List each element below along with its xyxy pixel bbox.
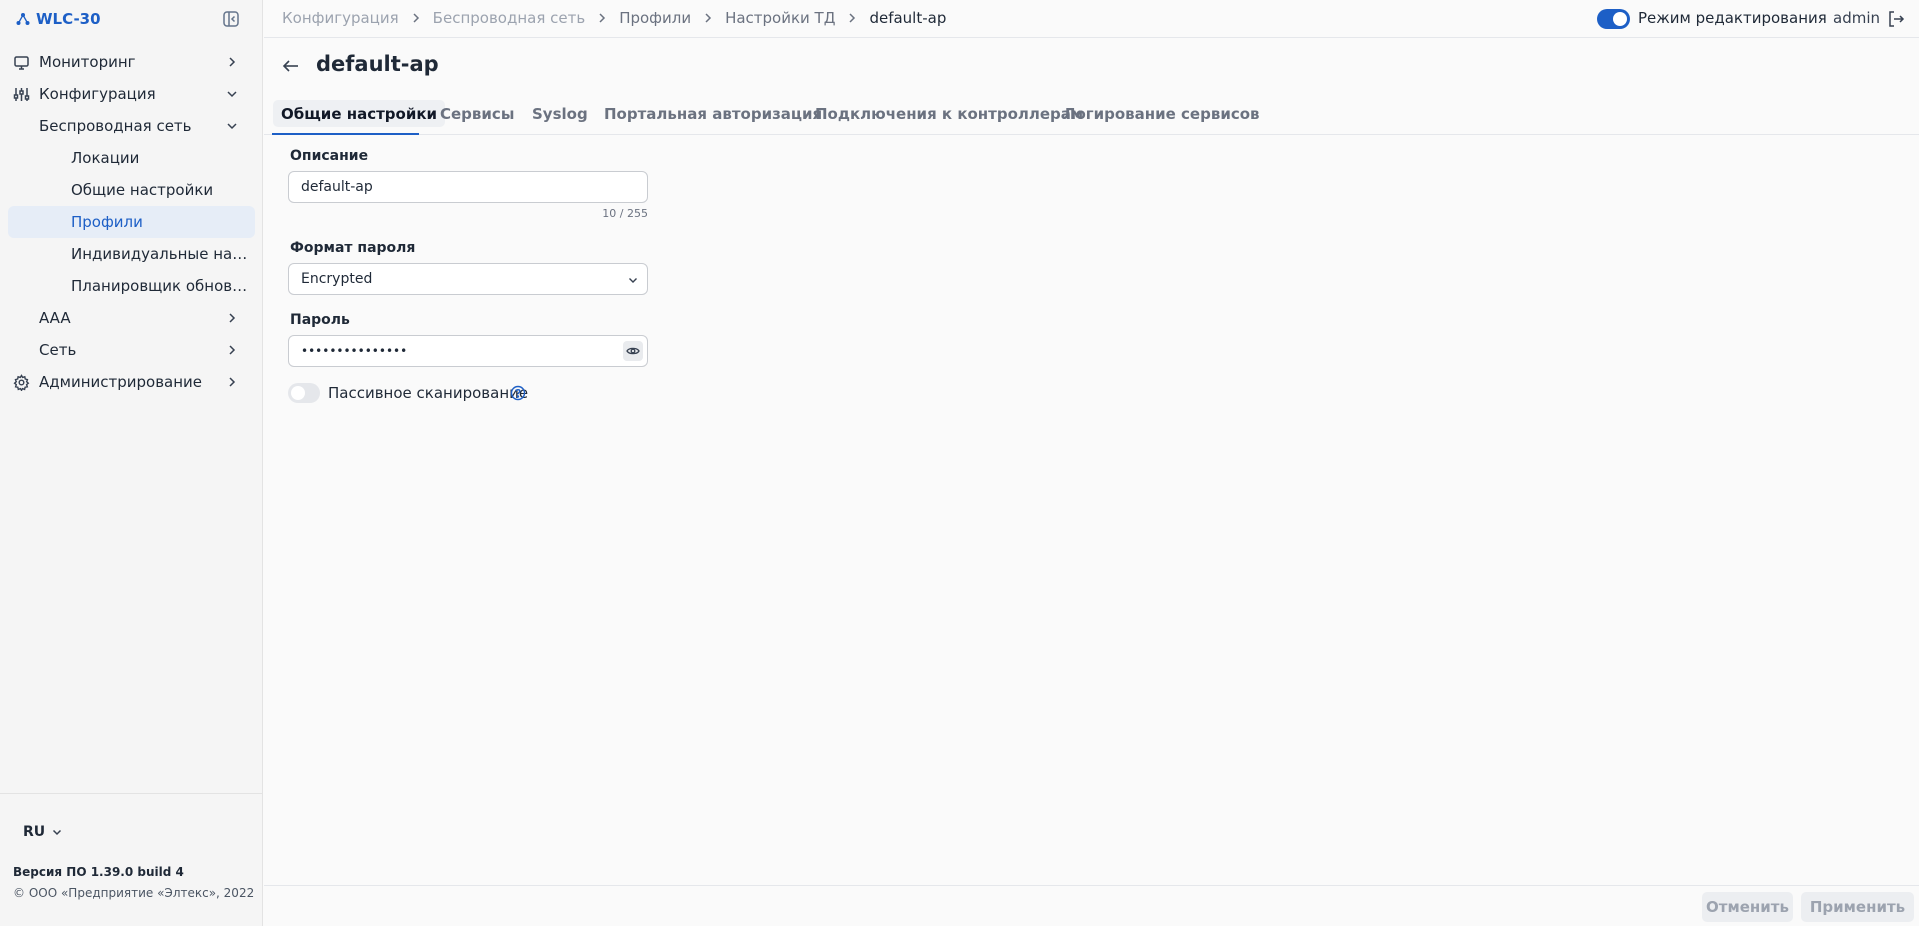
sidebar-item-label: Администрирование	[39, 373, 203, 391]
language-value: RU	[23, 824, 46, 840]
sidebar-item-label: Локации	[71, 149, 140, 167]
chevron-right-icon	[225, 311, 239, 325]
user-name[interactable]: admin	[1833, 9, 1880, 27]
description-char-counter: 10 / 255	[602, 207, 648, 220]
help-icon[interactable]	[510, 385, 526, 401]
chevron-right-icon	[225, 343, 239, 357]
sidebar-item-configuration[interactable]: Конфигурация	[0, 78, 263, 110]
sidebar-item-administration[interactable]: Администрирование	[0, 366, 263, 398]
language-selector[interactable]: RU	[23, 824, 63, 840]
breadcrumb-profiles[interactable]: Профили	[619, 9, 691, 27]
passive-scan-switch[interactable]	[288, 383, 320, 403]
chevron-right-icon	[595, 11, 609, 25]
copyright: © ООО «Предприятие «Элтекс», 2022	[13, 886, 255, 900]
sidebar-item-label: Сеть	[39, 341, 77, 359]
sliders-icon	[13, 86, 30, 103]
logout-icon[interactable]	[1886, 9, 1906, 29]
brand-logo-icon	[16, 12, 30, 26]
collapse-sidebar-icon[interactable]	[220, 8, 242, 30]
tabs: Общие настройки Сервисы Syslog Портальна…	[264, 96, 1919, 135]
software-version: Версия ПО 1.39.0 build 4	[13, 865, 184, 879]
sidebar-item-wireless[interactable]: Беспроводная сеть	[0, 110, 263, 142]
breadcrumb-configuration[interactable]: Конфигурация	[282, 9, 399, 27]
sidebar-item-profiles[interactable]: Профили	[8, 206, 255, 238]
toggle-knob	[291, 386, 305, 400]
back-arrow-icon[interactable]	[281, 56, 301, 76]
chevron-right-icon	[225, 55, 239, 69]
tab-service-logging[interactable]: Логирование сервисов	[1055, 100, 1268, 127]
password-input[interactable]: •••••••••••••••	[288, 335, 648, 367]
breadcrumb-wireless[interactable]: Беспроводная сеть	[433, 9, 586, 27]
password-format-label: Формат пароля	[290, 240, 416, 256]
page-title: default-ap	[316, 52, 439, 76]
tab-syslog[interactable]: Syslog	[524, 100, 596, 127]
apply-button[interactable]: Применить	[1801, 892, 1914, 922]
gear-icon	[13, 374, 30, 391]
sidebar-divider	[0, 793, 263, 794]
sidebar-item-label: Индивидуальные настройки	[71, 245, 255, 263]
password-label: Пароль	[290, 312, 350, 328]
sidebar-nav: Мониторинг Конфигурация Беспроводная сет…	[0, 46, 263, 398]
sidebar-item-locations[interactable]: Локации	[0, 142, 263, 174]
chevron-down-icon	[51, 826, 63, 838]
sidebar-item-label: Профили	[71, 213, 143, 231]
sidebar-item-label: Мониторинг	[39, 53, 136, 71]
breadcrumb: Конфигурация Беспроводная сеть Профили Н…	[282, 9, 946, 27]
tab-general-settings[interactable]: Общие настройки	[273, 100, 446, 127]
active-tab-indicator	[272, 133, 419, 135]
toggle-knob	[1613, 12, 1627, 26]
action-footer: Отменить Применить	[264, 885, 1919, 926]
tab-portal-auth[interactable]: Портальная авторизация	[596, 100, 830, 127]
sidebar-item-general-settings[interactable]: Общие настройки	[0, 174, 263, 206]
password-value: •••••••••••••••	[301, 344, 408, 358]
cancel-button[interactable]: Отменить	[1702, 892, 1793, 922]
chevron-right-icon	[409, 11, 423, 25]
description-label: Описание	[290, 148, 369, 164]
chevron-down-icon	[225, 119, 239, 133]
app-name: WLC-30	[36, 10, 101, 28]
sidebar-item-aaa[interactable]: AAA	[0, 302, 263, 334]
sidebar-item-monitoring[interactable]: Мониторинг	[0, 46, 263, 78]
chevron-right-icon	[701, 11, 715, 25]
tab-services[interactable]: Сервисы	[432, 100, 522, 127]
app-brand[interactable]: WLC-30	[16, 9, 101, 29]
chevron-right-icon	[225, 375, 239, 389]
sidebar-item-update-scheduler[interactable]: Планировщик обновлений	[0, 270, 263, 302]
edit-mode-label: Режим редактирования	[1638, 9, 1827, 27]
chevron-down-icon	[627, 274, 639, 286]
sidebar-item-individual-settings[interactable]: Индивидуальные настройки	[0, 238, 263, 270]
passive-scan-label: Пассивное сканирование	[328, 384, 529, 402]
sidebar-item-label: Планировщик обновлений	[71, 277, 255, 295]
description-value: default-ap	[301, 179, 373, 195]
sidebar-item-label: Беспроводная сеть	[39, 117, 192, 135]
eye-icon[interactable]	[623, 341, 643, 361]
sidebar-item-label: Общие настройки	[71, 181, 214, 199]
password-format-select[interactable]: Encrypted	[288, 263, 648, 295]
edit-mode-toggle[interactable]	[1597, 9, 1630, 29]
description-input[interactable]: default-ap	[288, 171, 648, 203]
chevron-right-icon	[845, 11, 859, 25]
monitor-icon	[13, 54, 30, 71]
sidebar-item-network[interactable]: Сеть	[0, 334, 263, 366]
password-format-value: Encrypted	[301, 271, 373, 287]
tab-controller-connections[interactable]: Подключения к контроллерам	[807, 100, 1091, 127]
topbar: Конфигурация Беспроводная сеть Профили Н…	[264, 0, 1919, 38]
breadcrumb-current: default-ap	[869, 9, 947, 27]
sidebar-item-label: AAA	[39, 309, 71, 327]
sidebar-item-label: Конфигурация	[39, 85, 156, 103]
sidebar: WLC-30 Мониторинг Конфигурация Беспровод…	[0, 0, 263, 926]
chevron-down-icon	[225, 87, 239, 101]
breadcrumb-ap-settings[interactable]: Настройки ТД	[725, 9, 835, 27]
